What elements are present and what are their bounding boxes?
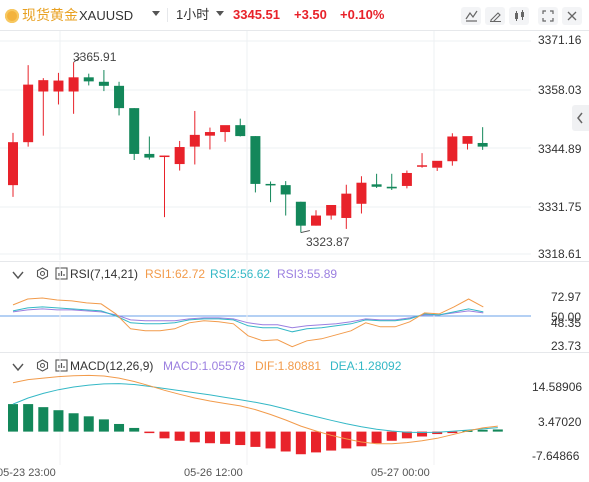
price-change: +3.50 xyxy=(294,7,327,22)
candle[interactable] xyxy=(144,153,155,158)
rsi-axis-label: 48.35 xyxy=(551,316,582,330)
candlestick-type-icon[interactable] xyxy=(509,7,529,25)
macd-bar[interactable] xyxy=(492,429,503,432)
macd-bar[interactable] xyxy=(265,431,276,449)
collapse-panel-button[interactable] xyxy=(572,105,589,131)
header-bar: 现货黄金 XAUUSD 1小时 3345.51 +3.50 +0.10% xyxy=(0,0,589,30)
price-axis-label: 3331.75 xyxy=(538,200,582,214)
macd-bar[interactable] xyxy=(204,431,215,444)
macd-bar[interactable] xyxy=(220,431,231,444)
candle[interactable] xyxy=(114,85,125,109)
chart-app: 现货黄金 XAUUSD 1小时 3345.51 +3.50 +0.10% 337… xyxy=(0,0,589,482)
candle[interactable] xyxy=(477,142,488,147)
candle[interactable] xyxy=(83,77,94,82)
macd-chart[interactable] xyxy=(0,353,531,465)
macd-axis-label: 14.58906 xyxy=(532,380,583,394)
candle[interactable] xyxy=(401,172,412,186)
candle[interactable] xyxy=(432,160,443,168)
macd-bar[interactable] xyxy=(83,416,94,432)
candle[interactable] xyxy=(129,108,140,154)
candle[interactable] xyxy=(189,134,200,147)
candle[interactable] xyxy=(462,136,473,144)
candle[interactable] xyxy=(235,125,246,137)
period-chevron-icon[interactable] xyxy=(216,11,224,16)
candle[interactable] xyxy=(38,80,49,92)
candle[interactable] xyxy=(98,81,109,86)
candle[interactable] xyxy=(341,193,352,218)
candle[interactable] xyxy=(68,77,79,92)
macd-bar[interactable] xyxy=(23,404,34,432)
line-chart-icon[interactable] xyxy=(461,7,481,25)
candle[interactable] xyxy=(356,182,367,204)
gold-coin-icon xyxy=(5,9,19,23)
macd-bar[interactable] xyxy=(356,431,367,447)
macd-bar[interactable] xyxy=(250,431,261,447)
time-axis-label: 05-23 23:00 xyxy=(0,467,56,479)
price-axis-label: 3344.89 xyxy=(538,142,582,156)
candle[interactable] xyxy=(8,142,18,186)
candle[interactable] xyxy=(447,136,458,162)
macd-bar[interactable] xyxy=(295,431,306,455)
low-leader-line xyxy=(300,230,310,233)
macd-axis-label: -7.64866 xyxy=(532,449,580,463)
draw-icon[interactable] xyxy=(485,7,505,25)
time-axis-label: 05-26 12:00 xyxy=(184,467,243,479)
high-price-annotation: 3365.91 xyxy=(73,50,117,64)
macd-bar[interactable] xyxy=(386,431,397,441)
symbol-code[interactable]: XAUUSD xyxy=(79,9,133,22)
macd-bar[interactable] xyxy=(144,431,155,434)
low-price-annotation: 3323.87 xyxy=(306,235,350,249)
macd-bar[interactable] xyxy=(38,407,49,432)
candle[interactable] xyxy=(417,165,428,167)
candle[interactable] xyxy=(311,215,321,226)
macd-bar[interactable] xyxy=(477,429,488,432)
last-price: 3345.51 xyxy=(233,7,280,22)
price-axis-label: 3358.03 xyxy=(538,83,582,97)
chevron-left-icon xyxy=(577,112,583,124)
price-axis-label: 3318.61 xyxy=(538,247,582,261)
header-divider xyxy=(167,8,168,22)
candle[interactable] xyxy=(220,125,231,133)
instrument-name[interactable]: 现货黄金 xyxy=(22,8,78,22)
macd-bar[interactable] xyxy=(8,404,18,432)
macd-bar[interactable] xyxy=(311,431,321,453)
period-selector[interactable]: 1小时 xyxy=(176,8,209,21)
macd-bar[interactable] xyxy=(174,431,185,441)
macd-bar[interactable] xyxy=(129,427,140,432)
candle[interactable] xyxy=(295,201,306,226)
close-icon[interactable] xyxy=(562,7,582,25)
price-change-pct: +0.10% xyxy=(340,7,385,22)
rsi-axis-label: 23.73 xyxy=(551,339,582,353)
macd-bar[interactable] xyxy=(280,431,291,452)
candle[interactable] xyxy=(280,185,291,195)
candle[interactable] xyxy=(53,80,64,92)
candle[interactable] xyxy=(159,155,170,158)
macd-bar[interactable] xyxy=(189,431,200,443)
candle[interactable] xyxy=(386,186,397,189)
candle[interactable] xyxy=(204,132,215,136)
rsi-axis-label: 72.97 xyxy=(551,290,582,304)
chevron-down-icon[interactable] xyxy=(152,11,160,16)
candle[interactable] xyxy=(174,147,185,165)
macd-bar[interactable] xyxy=(114,423,125,432)
price-chart[interactable] xyxy=(0,31,531,260)
fullscreen-icon[interactable] xyxy=(538,7,558,25)
macd-bar[interactable] xyxy=(98,419,109,432)
candle[interactable] xyxy=(326,204,337,216)
rsi-chart[interactable] xyxy=(0,262,531,352)
candle[interactable] xyxy=(23,84,34,143)
price-axis-label: 3371.16 xyxy=(538,33,582,47)
macd-bar[interactable] xyxy=(53,410,64,432)
macd-bar[interactable] xyxy=(371,431,382,444)
macd-bar[interactable] xyxy=(235,431,246,446)
macd-bar[interactable] xyxy=(159,431,170,439)
candle[interactable] xyxy=(250,136,261,184)
macd-bar[interactable] xyxy=(68,413,79,432)
macd-axis-label: 3.47020 xyxy=(538,415,582,429)
time-axis-label: 05-27 00:00 xyxy=(371,467,430,479)
candle[interactable] xyxy=(265,183,276,186)
candle[interactable] xyxy=(371,184,382,187)
